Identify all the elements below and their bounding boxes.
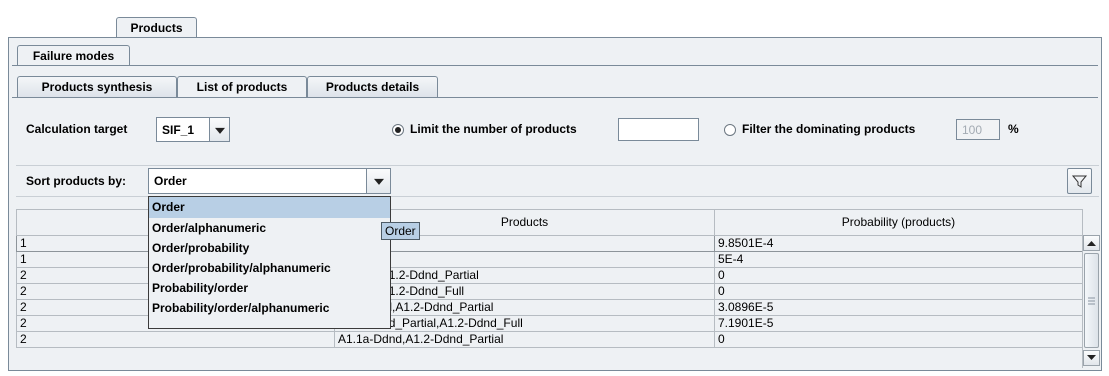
sort-option-probability-order-alphanumeric[interactable]: Probability/order/alphanumeric (149, 298, 390, 318)
limit-products-label: Limit the number of products (410, 122, 577, 136)
tab-products[interactable]: Products (116, 17, 197, 38)
filter-button[interactable] (1067, 168, 1092, 194)
sort-dropdown-list[interactable]: Order Order/alphanumeric Order/probabili… (148, 196, 391, 329)
calculation-target-value: SIF_1 (162, 123, 195, 137)
sort-products-label: Sort products by: (26, 174, 127, 188)
cell-probability: 0 (714, 331, 1083, 348)
cell-probability: 9.8501E-4 (714, 235, 1083, 252)
calculation-target-label: Calculation target (26, 122, 128, 136)
column-header-probability[interactable]: Probability (products) (714, 209, 1083, 236)
tab-products-details[interactable]: Products details (307, 76, 438, 97)
tab-products-label: Products (130, 21, 183, 35)
filter-dominating-radio[interactable] (724, 124, 736, 136)
cell-probability: 0 (714, 283, 1083, 300)
filter-dominating-label: Filter the dominating products (742, 122, 916, 136)
tab-list-of-products-label: List of products (196, 80, 288, 94)
chevron-up-icon (1087, 241, 1096, 246)
grip-icon (1088, 297, 1095, 305)
table-row[interactable]: 2 A1.1a-Ddnd,A1.2-Ddnd_Partial 0 (16, 331, 1083, 348)
sub-tab-line (12, 97, 1098, 98)
sort-option-order-probability[interactable]: Order/probability (149, 238, 390, 258)
filter-dominating-value: 100 (962, 123, 983, 137)
tab-failure-modes[interactable]: Failure modes (17, 45, 130, 66)
sort-option-order-alphanumeric[interactable]: Order/alphanumeric (149, 218, 390, 238)
scroll-down-button[interactable] (1083, 350, 1100, 366)
filter-unit-label: % (1008, 122, 1019, 136)
cell-products: A1.1-Ddnd_Partial,A1.2-Ddnd_Full (334, 315, 715, 332)
failure-tab-line (12, 65, 1098, 66)
tooltip: Order (381, 222, 420, 240)
cell-products: nd_Full,A1.2-Ddnd_Full (334, 283, 715, 300)
cell-products: nd_Full,A1.2-Ddnd_Partial (334, 267, 715, 284)
sort-products-select[interactable]: Order (148, 168, 391, 194)
cell-probability: 0 (714, 267, 1083, 284)
cell-products (334, 251, 715, 268)
filter-dominating-input[interactable]: 100 (956, 119, 1000, 140)
limit-products-radio[interactable] (392, 124, 404, 136)
sort-option-order[interactable]: Order (149, 197, 390, 218)
tab-list-of-products[interactable]: List of products (177, 76, 307, 98)
tab-products-synthesis[interactable]: Products synthesis (17, 76, 177, 97)
tab-failure-modes-label: Failure modes (32, 49, 115, 63)
scroll-thumb[interactable] (1084, 253, 1099, 348)
chevron-down-icon[interactable] (209, 118, 229, 141)
sort-option-probability-order[interactable]: Probability/order (149, 278, 390, 298)
sort-option-order-probability-alphanumeric[interactable]: Order/probability/alphanumeric (149, 258, 390, 278)
calculation-target-select[interactable]: SIF_1 (156, 117, 230, 142)
tab-products-details-label: Products details (325, 80, 420, 94)
table-scrollbar[interactable] (1082, 235, 1100, 368)
chevron-down-icon[interactable] (366, 169, 390, 193)
funnel-icon (1071, 175, 1088, 188)
limit-products-input[interactable] (618, 118, 699, 141)
tab-products-synthesis-label: Products synthesis (41, 80, 153, 94)
cell-probability: 3.0896E-5 (714, 299, 1083, 316)
cell-order: 2 (16, 331, 335, 348)
cell-probability: 7.1901E-5 (714, 315, 1083, 332)
sort-products-value: Order (154, 174, 187, 188)
cell-products: A1.1a-Ddnd,A1.2-Ddnd_Partial (334, 331, 715, 348)
scroll-up-button[interactable] (1083, 235, 1100, 251)
chevron-down-icon (1087, 355, 1096, 360)
cell-products: nd_Partial,A1.2-Ddnd_Partial (334, 299, 715, 316)
cell-probability: 5E-4 (714, 251, 1083, 268)
